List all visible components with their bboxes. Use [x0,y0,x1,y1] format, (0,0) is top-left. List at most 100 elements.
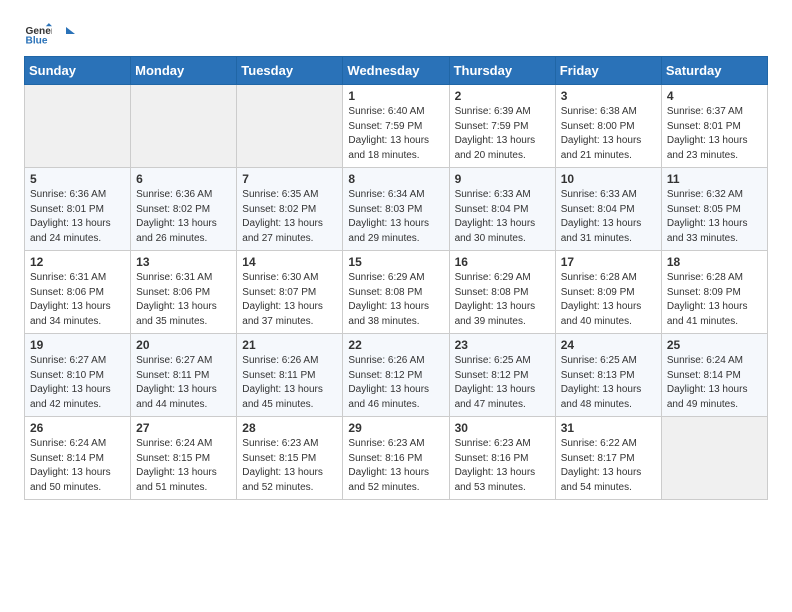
day-info: Sunrise: 6:28 AM Sunset: 8:09 PM Dayligh… [667,271,762,329]
calendar-cell: 6Sunrise: 6:36 AM Sunset: 8:02 PM Daylig… [131,168,237,251]
day-info: Sunrise: 6:31 AM Sunset: 8:06 PM Dayligh… [136,271,231,329]
day-header-monday: Monday [131,57,237,85]
calendar-cell: 31 Sunrise: 6:22 AM Sunset: 8:17 PM Dayli… [555,417,661,500]
day-info: Sunrise: 6:32 AM Sunset: 8:05 PM Dayligh… [667,188,762,246]
day-info: Sunrise: 6:35 AM Sunset: 8:02 PM Dayligh… [242,188,337,246]
day-number: 2 [455,89,550,103]
day-number: 19 [30,338,125,352]
day-info: Sunrise: 6:24 AM Sunset: 8:15 PM Dayligh… [136,437,231,495]
day-info: Sunrise: 6:36 AM Sunset: 8:01 PM Dayligh… [30,188,125,246]
day-info: Sunrise: 6:22 AM Sunset: 8:17 PM Dayligh… [561,437,656,495]
day-info: Sunrise: 6:25 AM Sunset: 8:13 PM Dayligh… [561,354,656,412]
page-header: General Blue [24,20,768,48]
day-number: 30 [455,421,550,435]
day-info: Sunrise: 6:29 AM Sunset: 8:08 PM Dayligh… [455,271,550,329]
day-info: Sunrise: 6:40 AM Sunset: 7:59 PM Dayligh… [348,105,443,163]
day-number: 13 [136,255,231,269]
day-info: Sunrise: 6:24 AM Sunset: 8:14 PM Dayligh… [667,354,762,412]
day-number: 23 [455,338,550,352]
calendar-cell [25,85,131,168]
calendar-week-row: 5 Sunrise: 6:36 AM Sunset: 8:01 PM Daylig… [25,168,768,251]
calendar-cell: 18 Sunrise: 6:28 AM Sunset: 8:09 PM Dayli… [661,251,767,334]
day-header-tuesday: Tuesday [237,57,343,85]
calendar-cell: 12 Sunrise: 6:31 AM Sunset: 8:06 PM Dayli… [25,251,131,334]
day-number: 27 [136,421,231,435]
day-info: Sunrise: 6:33 AM Sunset: 8:04 PM Dayligh… [455,188,550,246]
calendar-cell: 17 Sunrise: 6:28 AM Sunset: 8:09 PM Dayli… [555,251,661,334]
calendar-cell: 7Sunrise: 6:35 AM Sunset: 8:02 PM Daylig… [237,168,343,251]
calendar-cell: 21Sunrise: 6:26 AM Sunset: 8:11 PM Dayli… [237,334,343,417]
day-info: Sunrise: 6:23 AM Sunset: 8:16 PM Dayligh… [455,437,550,495]
calendar-cell: 16Sunrise: 6:29 AM Sunset: 8:08 PM Dayli… [449,251,555,334]
day-info: Sunrise: 6:30 AM Sunset: 8:07 PM Dayligh… [242,271,337,329]
calendar-header-row: SundayMondayTuesdayWednesdayThursdayFrid… [25,57,768,85]
day-number: 24 [561,338,656,352]
day-number: 29 [348,421,443,435]
day-info: Sunrise: 6:33 AM Sunset: 8:04 PM Dayligh… [561,188,656,246]
day-info: Sunrise: 6:37 AM Sunset: 8:01 PM Dayligh… [667,105,762,163]
day-header-wednesday: Wednesday [343,57,449,85]
day-number: 11 [667,172,762,186]
day-number: 12 [30,255,125,269]
calendar-cell: 20Sunrise: 6:27 AM Sunset: 8:11 PM Dayli… [131,334,237,417]
calendar-cell [131,85,237,168]
day-number: 4 [667,89,762,103]
day-header-friday: Friday [555,57,661,85]
calendar-cell: 3 Sunrise: 6:38 AM Sunset: 8:00 PM Daylig… [555,85,661,168]
day-number: 17 [561,255,656,269]
day-number: 28 [242,421,337,435]
day-info: Sunrise: 6:27 AM Sunset: 8:11 PM Dayligh… [136,354,231,412]
day-number: 31 [561,421,656,435]
day-header-saturday: Saturday [661,57,767,85]
calendar-cell: 8 Sunrise: 6:34 AM Sunset: 8:03 PM Daylig… [343,168,449,251]
calendar-cell: 27 Sunrise: 6:24 AM Sunset: 8:15 PM Dayli… [131,417,237,500]
day-number: 3 [561,89,656,103]
calendar-cell [237,85,343,168]
day-number: 25 [667,338,762,352]
calendar-cell: 1 Sunrise: 6:40 AM Sunset: 7:59 PM Daylig… [343,85,449,168]
day-info: Sunrise: 6:31 AM Sunset: 8:06 PM Dayligh… [30,271,125,329]
day-number: 5 [30,172,125,186]
logo-wing-icon [57,25,75,43]
day-info: Sunrise: 6:28 AM Sunset: 8:09 PM Dayligh… [561,271,656,329]
day-number: 1 [348,89,443,103]
calendar-cell: 14Sunrise: 6:30 AM Sunset: 8:07 PM Dayli… [237,251,343,334]
calendar-week-row: 12 Sunrise: 6:31 AM Sunset: 8:06 PM Dayli… [25,251,768,334]
calendar-cell: 11 Sunrise: 6:32 AM Sunset: 8:05 PM Dayli… [661,168,767,251]
calendar-cell: 19 Sunrise: 6:27 AM Sunset: 8:10 PM Dayli… [25,334,131,417]
calendar-cell: 5 Sunrise: 6:36 AM Sunset: 8:01 PM Daylig… [25,168,131,251]
calendar-cell: 28 Sunrise: 6:23 AM Sunset: 8:15 PM Dayli… [237,417,343,500]
logo-icon: General Blue [24,20,52,48]
day-info: Sunrise: 6:36 AM Sunset: 8:02 PM Dayligh… [136,188,231,246]
day-info: Sunrise: 6:23 AM Sunset: 8:16 PM Dayligh… [348,437,443,495]
calendar-week-row: 1 Sunrise: 6:40 AM Sunset: 7:59 PM Daylig… [25,85,768,168]
calendar-table: SundayMondayTuesdayWednesdayThursdayFrid… [24,56,768,500]
calendar-week-row: 19 Sunrise: 6:27 AM Sunset: 8:10 PM Dayli… [25,334,768,417]
day-number: 18 [667,255,762,269]
day-number: 9 [455,172,550,186]
day-header-thursday: Thursday [449,57,555,85]
day-info: Sunrise: 6:29 AM Sunset: 8:08 PM Dayligh… [348,271,443,329]
day-info: Sunrise: 6:27 AM Sunset: 8:10 PM Dayligh… [30,354,125,412]
day-number: 15 [348,255,443,269]
day-info: Sunrise: 6:34 AM Sunset: 8:03 PM Dayligh… [348,188,443,246]
calendar-cell: 15 Sunrise: 6:29 AM Sunset: 8:08 PM Dayli… [343,251,449,334]
calendar-week-row: 26 Sunrise: 6:24 AM Sunset: 8:14 PM Dayli… [25,417,768,500]
day-number: 10 [561,172,656,186]
day-info: Sunrise: 6:39 AM Sunset: 7:59 PM Dayligh… [455,105,550,163]
calendar-cell: 29 Sunrise: 6:23 AM Sunset: 8:16 PM Dayli… [343,417,449,500]
day-info: Sunrise: 6:24 AM Sunset: 8:14 PM Dayligh… [30,437,125,495]
calendar-cell: 2 Sunrise: 6:39 AM Sunset: 7:59 PM Daylig… [449,85,555,168]
calendar-cell: 4 Sunrise: 6:37 AM Sunset: 8:01 PM Daylig… [661,85,767,168]
day-info: Sunrise: 6:38 AM Sunset: 8:00 PM Dayligh… [561,105,656,163]
calendar-cell: 25 Sunrise: 6:24 AM Sunset: 8:14 PM Dayli… [661,334,767,417]
day-header-sunday: Sunday [25,57,131,85]
day-number: 8 [348,172,443,186]
calendar-cell [661,417,767,500]
day-number: 26 [30,421,125,435]
calendar-cell: 23Sunrise: 6:25 AM Sunset: 8:12 PM Dayli… [449,334,555,417]
day-info: Sunrise: 6:23 AM Sunset: 8:15 PM Dayligh… [242,437,337,495]
calendar-cell: 10 Sunrise: 6:33 AM Sunset: 8:04 PM Dayli… [555,168,661,251]
calendar-cell: 22Sunrise: 6:26 AM Sunset: 8:12 PM Dayli… [343,334,449,417]
calendar-cell: 24 Sunrise: 6:25 AM Sunset: 8:13 PM Dayli… [555,334,661,417]
